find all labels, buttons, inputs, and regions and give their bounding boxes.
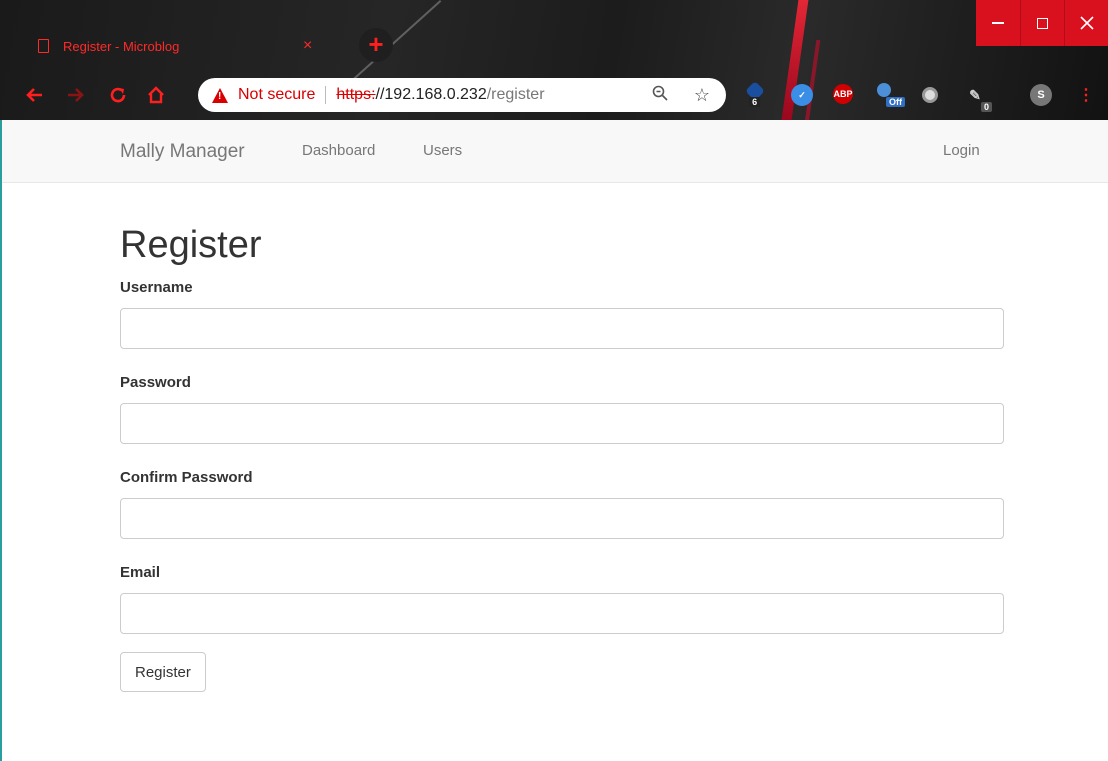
- minimize-button[interactable]: [976, 0, 1020, 46]
- url-host: //192.168.0.232: [375, 86, 487, 103]
- nav-users-link[interactable]: Users: [423, 142, 462, 159]
- browser-chrome: Register - Microblog × + Not secure http…: [0, 0, 1108, 120]
- home-button[interactable]: [142, 81, 170, 109]
- forward-button[interactable]: [62, 81, 90, 109]
- bookmark-star-icon[interactable]: ☆: [694, 85, 710, 106]
- nav-login-link[interactable]: Login: [943, 142, 980, 159]
- tab-close-icon[interactable]: ×: [303, 37, 312, 55]
- username-label: Username: [120, 279, 193, 296]
- new-tab-button[interactable]: +: [359, 28, 393, 62]
- register-button[interactable]: Register: [120, 652, 206, 692]
- profile-avatar[interactable]: S: [1030, 84, 1052, 106]
- url-path: /register: [486, 86, 545, 103]
- register-form: Register Username Password Confirm Passw…: [120, 226, 1004, 692]
- brand-link[interactable]: Mally Manager: [120, 141, 245, 163]
- top-navbar: Mally Manager Dashboard Users Login: [2, 120, 1108, 183]
- arrow-left-icon: [26, 88, 42, 102]
- close-icon: [1079, 16, 1094, 30]
- password-input[interactable]: [120, 403, 1004, 444]
- adblock-icon[interactable]: ABP: [833, 84, 853, 104]
- zoom-icon[interactable]: [652, 85, 668, 106]
- maximize-icon: [1037, 17, 1048, 29]
- page-title: Register: [120, 224, 262, 266]
- back-button[interactable]: [20, 81, 48, 109]
- warning-icon: [212, 87, 228, 103]
- divider: [325, 86, 327, 104]
- reload-icon: [110, 87, 126, 103]
- maximize-button[interactable]: [1020, 0, 1064, 46]
- browser-tab[interactable]: Register - Microblog ×: [24, 26, 354, 66]
- close-window-button[interactable]: [1064, 0, 1108, 46]
- magnifier-icon: [652, 85, 668, 101]
- menu-kebab-icon[interactable]: ⋮: [1075, 84, 1097, 106]
- extension-badge: Off: [886, 97, 905, 107]
- address-bar[interactable]: Not secure https: //192.168.0.232 /regis…: [198, 78, 726, 112]
- security-status[interactable]: Not secure: [238, 86, 315, 104]
- email-input[interactable]: [120, 593, 1004, 634]
- password-label: Password: [120, 374, 191, 391]
- home-icon: [148, 86, 164, 104]
- extension-badge: 0: [980, 102, 992, 112]
- extension-badge: 6: [749, 96, 761, 107]
- confirm-password-input[interactable]: [120, 498, 1004, 539]
- tab-title: Register - Microblog: [63, 38, 180, 54]
- username-input[interactable]: [120, 308, 1004, 349]
- nav-dashboard-link[interactable]: Dashboard: [302, 142, 375, 159]
- browser-toolbar: Not secure https: //192.168.0.232 /regis…: [0, 75, 1108, 115]
- reload-button[interactable]: [104, 81, 132, 109]
- extension-check-icon[interactable]: ✓: [791, 84, 813, 106]
- extension-satellite-icon[interactable]: ✎ 0: [964, 84, 992, 112]
- window-controls: [976, 0, 1108, 46]
- extension-off-icon[interactable]: Off: [877, 83, 905, 107]
- confirm-password-label: Confirm Password: [120, 469, 253, 486]
- url-scheme: https:: [336, 86, 376, 103]
- extension-circle-icon[interactable]: [922, 87, 938, 103]
- minimize-icon: [992, 22, 1004, 24]
- page-viewport: Mally Manager Dashboard Users Login Regi…: [0, 120, 1108, 761]
- extension-tag-icon[interactable]: 6: [745, 81, 765, 107]
- arrow-right-icon: [68, 88, 84, 102]
- email-label: Email: [120, 564, 161, 581]
- document-icon: [38, 39, 49, 53]
